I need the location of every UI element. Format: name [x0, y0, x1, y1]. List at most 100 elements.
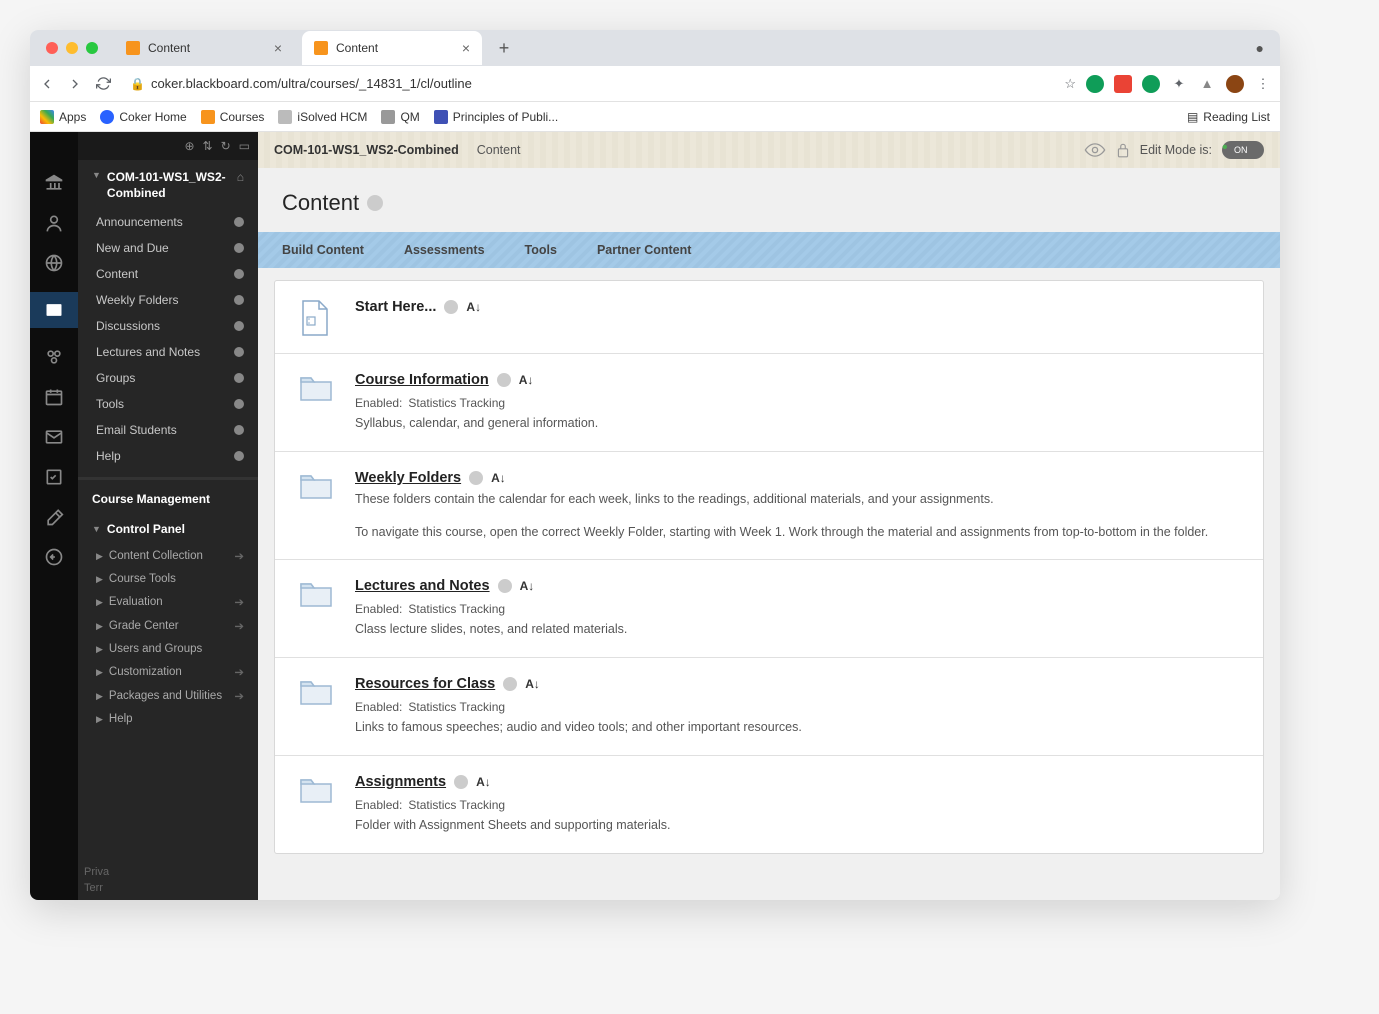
- bookmark-item[interactable]: iSolved HCM: [278, 110, 367, 124]
- sidebar-item[interactable]: Email Students: [78, 417, 258, 443]
- goto-icon[interactable]: ➔: [234, 619, 244, 633]
- extensions-puzzle-icon[interactable]: ✦: [1170, 75, 1188, 93]
- item-options-icon[interactable]: [444, 300, 458, 314]
- breadcrumb-page[interactable]: Content: [477, 143, 521, 157]
- institution-icon[interactable]: [43, 172, 65, 194]
- adaptive-release-icon[interactable]: A↓: [519, 373, 534, 387]
- tab-active[interactable]: Content ×: [302, 31, 482, 65]
- profile-icon[interactable]: [43, 212, 65, 234]
- item-title-link[interactable]: Lectures and Notes: [355, 578, 490, 594]
- item-title-link[interactable]: Resources for Class: [355, 676, 495, 692]
- main-content: COM-101-WS1_WS2-Combined Content Edit Mo…: [258, 132, 1280, 900]
- item-options-icon[interactable]: [498, 579, 512, 593]
- avatar-icon[interactable]: [1226, 75, 1244, 93]
- bookmark-star-icon[interactable]: ☆: [1064, 76, 1076, 92]
- breadcrumb-bar: COM-101-WS1_WS2-Combined Content Edit Mo…: [258, 132, 1280, 168]
- organizations-icon[interactable]: [43, 346, 65, 368]
- display-icon[interactable]: ▭: [239, 139, 250, 153]
- adaptive-release-icon[interactable]: A↓: [525, 677, 540, 691]
- control-panel-item[interactable]: ▶Evaluation➔: [78, 590, 258, 614]
- extension-icon[interactable]: [1086, 75, 1104, 93]
- adaptive-release-icon[interactable]: A↓: [520, 579, 535, 593]
- goto-icon[interactable]: ➔: [234, 595, 244, 609]
- adaptive-release-icon[interactable]: A↓: [491, 471, 506, 485]
- sidebar-item[interactable]: Content: [78, 261, 258, 287]
- bookmark-item[interactable]: QM: [381, 110, 419, 124]
- page-options-icon[interactable]: [367, 195, 383, 211]
- control-panel-item[interactable]: ▶Course Tools: [78, 568, 258, 590]
- tab-inactive[interactable]: Content ×: [114, 31, 294, 65]
- partner-content-menu[interactable]: Partner Content: [597, 243, 691, 257]
- preview-icon[interactable]: [1084, 143, 1106, 157]
- adaptive-release-icon[interactable]: A↓: [466, 300, 481, 314]
- extension-icon[interactable]: [1114, 75, 1132, 93]
- control-panel-item[interactable]: ▶Users and Groups: [78, 638, 258, 660]
- folder-icon: [299, 372, 331, 408]
- item-options-icon[interactable]: [469, 471, 483, 485]
- back-button[interactable]: [38, 75, 56, 93]
- hidden-indicator-icon: [234, 425, 244, 435]
- item-title-link[interactable]: Course Information: [355, 372, 489, 388]
- tools-icon[interactable]: [43, 506, 65, 528]
- build-content-menu[interactable]: Build Content: [282, 243, 364, 257]
- refresh-icon[interactable]: ↻: [221, 139, 231, 153]
- item-title-link[interactable]: Weekly Folders: [355, 470, 461, 486]
- signout-icon[interactable]: [43, 546, 65, 568]
- bookmark-item[interactable]: Principles of Publi...: [434, 110, 558, 124]
- control-panel-item[interactable]: ▶Customization➔: [78, 660, 258, 684]
- sidebar-item[interactable]: Tools: [78, 391, 258, 417]
- minimize-window-icon[interactable]: [66, 42, 78, 54]
- close-window-icon[interactable]: [46, 42, 58, 54]
- maximize-window-icon[interactable]: [86, 42, 98, 54]
- forward-button[interactable]: [66, 75, 84, 93]
- action-bar: Build Content Assessments Tools Partner …: [258, 232, 1280, 268]
- profile-icon[interactable]: ▲: [1198, 75, 1216, 93]
- assessments-menu[interactable]: Assessments: [404, 243, 485, 257]
- goto-icon[interactable]: ➔: [234, 689, 244, 703]
- new-tab-button[interactable]: +: [490, 38, 518, 59]
- calendar-icon[interactable]: [43, 386, 65, 408]
- bookmark-item[interactable]: Coker Home: [100, 110, 186, 124]
- reorder-icon[interactable]: ⇅: [203, 139, 213, 153]
- breadcrumb-course[interactable]: COM-101-WS1_WS2-Combined: [274, 143, 459, 157]
- lock-icon[interactable]: [1116, 142, 1130, 158]
- sidebar-item[interactable]: Discussions: [78, 313, 258, 339]
- bookmark-item[interactable]: Courses: [201, 110, 265, 124]
- control-panel-item[interactable]: ▶Grade Center➔: [78, 614, 258, 638]
- sidebar-item[interactable]: Lectures and Notes: [78, 339, 258, 365]
- activity-icon[interactable]: [43, 252, 65, 274]
- sidebar-item[interactable]: Announcements: [78, 209, 258, 235]
- goto-icon[interactable]: ➔: [234, 665, 244, 679]
- item-options-icon[interactable]: [454, 775, 468, 789]
- control-panel-item[interactable]: ▶Packages and Utilities➔: [78, 684, 258, 708]
- messages-icon[interactable]: [43, 426, 65, 448]
- reload-button[interactable]: [94, 75, 112, 93]
- sidebar-item[interactable]: Groups: [78, 365, 258, 391]
- menu-icon[interactable]: ⋮: [1254, 75, 1272, 93]
- control-panel-header[interactable]: ▼Control Panel: [78, 514, 258, 544]
- url-field[interactable]: 🔒 coker.blackboard.com/ultra/courses/_14…: [122, 72, 1054, 95]
- control-panel-item[interactable]: ▶Content Collection➔: [78, 544, 258, 568]
- account-icon[interactable]: ●: [1248, 40, 1272, 56]
- sidebar-item[interactable]: Help: [78, 443, 258, 469]
- sidebar-item[interactable]: Weekly Folders: [78, 287, 258, 313]
- home-icon[interactable]: ⌂: [237, 170, 244, 186]
- goto-icon[interactable]: ➔: [234, 549, 244, 563]
- item-options-icon[interactable]: [497, 373, 511, 387]
- item-options-icon[interactable]: [503, 677, 517, 691]
- add-icon[interactable]: ⊕: [184, 139, 194, 153]
- close-tab-icon[interactable]: ×: [274, 40, 282, 56]
- extension-icon[interactable]: [1142, 75, 1160, 93]
- control-panel-item[interactable]: ▶Help: [78, 708, 258, 730]
- adaptive-release-icon[interactable]: A↓: [476, 775, 491, 789]
- item-title-link[interactable]: Assignments: [355, 774, 446, 790]
- edit-mode-toggle[interactable]: ON: [1222, 141, 1264, 159]
- apps-button[interactable]: Apps: [40, 110, 86, 124]
- reading-list-button[interactable]: ▤ Reading List: [1187, 110, 1270, 124]
- grades-icon[interactable]: [43, 466, 65, 488]
- course-name-header[interactable]: ▼ COM-101-WS1_WS2-Combined ⌂: [78, 160, 258, 209]
- courses-icon[interactable]: [30, 292, 78, 328]
- sidebar-item[interactable]: New and Due: [78, 235, 258, 261]
- close-tab-icon[interactable]: ×: [462, 40, 470, 56]
- tools-menu[interactable]: Tools: [525, 243, 557, 257]
